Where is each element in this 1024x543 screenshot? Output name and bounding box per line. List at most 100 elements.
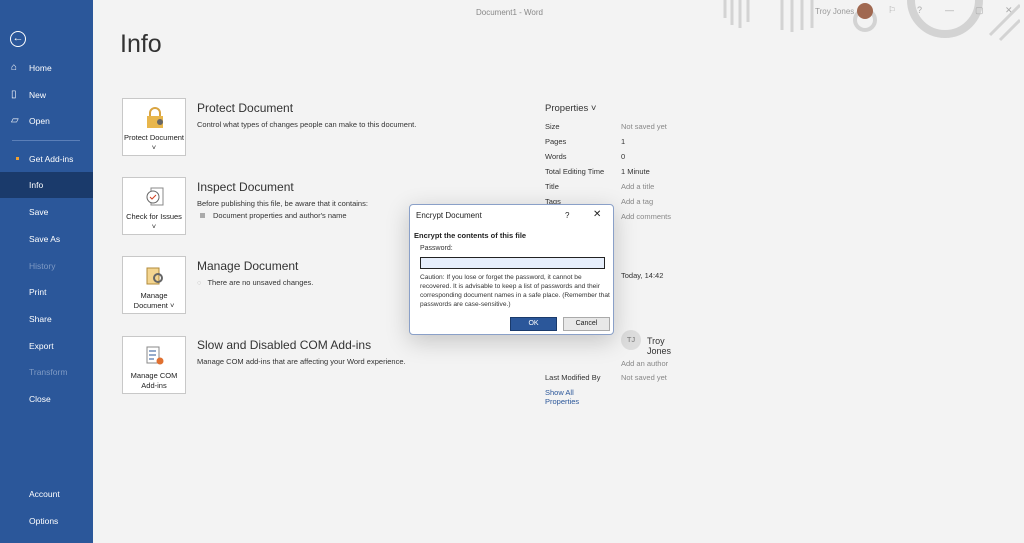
prop-key: Pages [545,137,567,146]
lock-icon [147,107,163,128]
nav-transform: Transform [0,359,93,385]
section-desc: Manage COM add-ins that are affecting yo… [197,357,406,366]
section-desc: There are no unsaved changes. [207,278,314,287]
section-desc: Before publishing this file, be aware th… [197,199,368,208]
button-label: Manage Document ˅ [133,291,175,310]
nav-label: Account [29,489,60,499]
dialog-title: Encrypt Document [416,211,482,220]
caution-text: Caution: If you lose or forget the passw… [420,274,610,308]
title-input[interactable]: Add a title [621,182,654,191]
feedback-icon[interactable]: ⚐ [888,5,896,16]
nav-save[interactable]: Save [0,199,93,225]
prop-value: 1 [621,137,626,146]
author-name[interactable]: Troy Jones [647,336,671,356]
prop-key: Title [545,182,559,191]
bullet-text: Document properties and author's name [213,211,347,220]
help-icon[interactable]: ? [917,5,922,15]
section-title: Slow and Disabled COM Add-ins [197,338,372,352]
restore-icon[interactable]: ▢ [975,5,984,16]
nav-label: Print [29,287,47,297]
button-label: Manage COM Add-ins [130,371,178,390]
inspect-icon [146,187,164,206]
manage-document-button[interactable]: Manage Document ˅ [122,256,186,314]
page-title: Info [120,30,162,58]
encrypt-document-dialog: Encrypt Document ? ✕ Encrypt the content… [409,204,614,335]
prop-value: 1 Minute [621,167,650,176]
section-title: Protect Document [197,101,294,115]
nav-label: Close [29,394,51,404]
cancel-button[interactable]: Cancel [563,317,610,331]
properties-header[interactable]: Properties ˅ [545,103,597,114]
section-title: Inspect Document [197,180,294,194]
nav-open[interactable]: ▱ Open [0,108,93,134]
nav-label: Home [29,63,52,73]
tags-input[interactable]: Add a tag [621,197,653,206]
com-addins-section: Slow and Disabled COM Add-ins Manage COM … [197,338,406,368]
prop-key: Size [545,122,560,131]
nav-label: Open [29,116,50,126]
nav-label: Save [29,207,49,217]
author-avatar: TJ [621,330,641,350]
prop-value: Not saved yet [621,373,667,382]
close-icon[interactable]: ✕ [593,209,601,220]
nav-history: History [0,253,93,279]
ok-button[interactable]: OK [510,317,557,331]
nav-new[interactable]: ▯ New [0,82,93,108]
manage-section: Manage Document ◌ There are no unsaved cha… [197,259,313,289]
nav-label: Options [29,516,59,526]
comments-input[interactable]: Add comments [621,212,671,221]
back-arrow-icon[interactable]: ← [10,31,26,47]
nav-info[interactable]: Info [0,172,93,198]
properties-panel: Properties ˅ Size Not saved yet Pages 1 Wo… [545,103,671,406]
nav-label: Save As [29,234,61,244]
nav-print[interactable]: Print [0,279,93,305]
nav-close[interactable]: Close [0,386,93,412]
prop-value: Today, 14:42 [621,271,664,280]
prop-key: Total Editing Time [545,167,605,176]
nav-label: Export [29,341,54,351]
protect-section: Protect Document Control what types of ch… [197,101,416,131]
dialog-heading: Encrypt the contents of this file [414,231,527,240]
prop-value: Not saved yet [621,122,667,131]
nav-home[interactable]: ⌂ Home [0,55,93,81]
prop-key: Words [545,152,567,161]
divider [12,140,80,141]
inspect-section: Inspect Document Before publishing this f… [197,180,368,222]
avatar[interactable] [857,3,873,19]
button-label: Check for Issues ˅ [126,212,182,231]
nav-label: History [29,261,56,271]
com-addins-icon [146,346,164,365]
nav-label: Share [29,314,52,324]
manage-com-addins-button[interactable]: Manage COM Add-ins [122,336,186,394]
nav-share[interactable]: Share [0,306,93,332]
nav-options[interactable]: Options [0,508,93,534]
nav-label: Transform [29,367,68,377]
prop-key: Last Modified By [545,373,601,382]
nav-label: Get Add-ins [29,154,74,164]
nav-get-add-ins[interactable]: Get Add-ins [0,146,93,172]
no-changes-icon: ◌ [197,278,202,287]
nav-export[interactable]: Export [0,333,93,359]
add-author-input[interactable]: Add an author [621,359,668,368]
protect-document-button[interactable]: Protect Document ˅ [122,98,186,156]
nav-label: New [29,90,47,100]
dot-icon [16,157,19,160]
nav-save-as[interactable]: Save As [0,226,93,252]
button-label: Protect Document ˅ [123,133,185,152]
help-icon[interactable]: ? [565,211,569,220]
new-doc-icon: ▯ [11,89,17,100]
folder-icon: ▱ [11,115,19,126]
nav-account[interactable]: Account [0,481,93,507]
manage-document-icon [146,267,163,285]
nav-label: Info [29,180,44,190]
user-name[interactable]: Troy Jones [815,7,854,16]
close-icon[interactable]: ✕ [1005,5,1013,16]
password-input[interactable] [420,257,605,269]
bullet-icon [200,213,205,218]
section-title: Manage Document [197,259,299,273]
show-all-properties-link[interactable]: Show All Properties [545,388,597,406]
check-for-issues-button[interactable]: Check for Issues ˅ [122,177,186,235]
password-label: Password: [420,245,453,252]
minimize-icon[interactable]: — [945,5,954,15]
prop-value: 0 [621,152,626,161]
